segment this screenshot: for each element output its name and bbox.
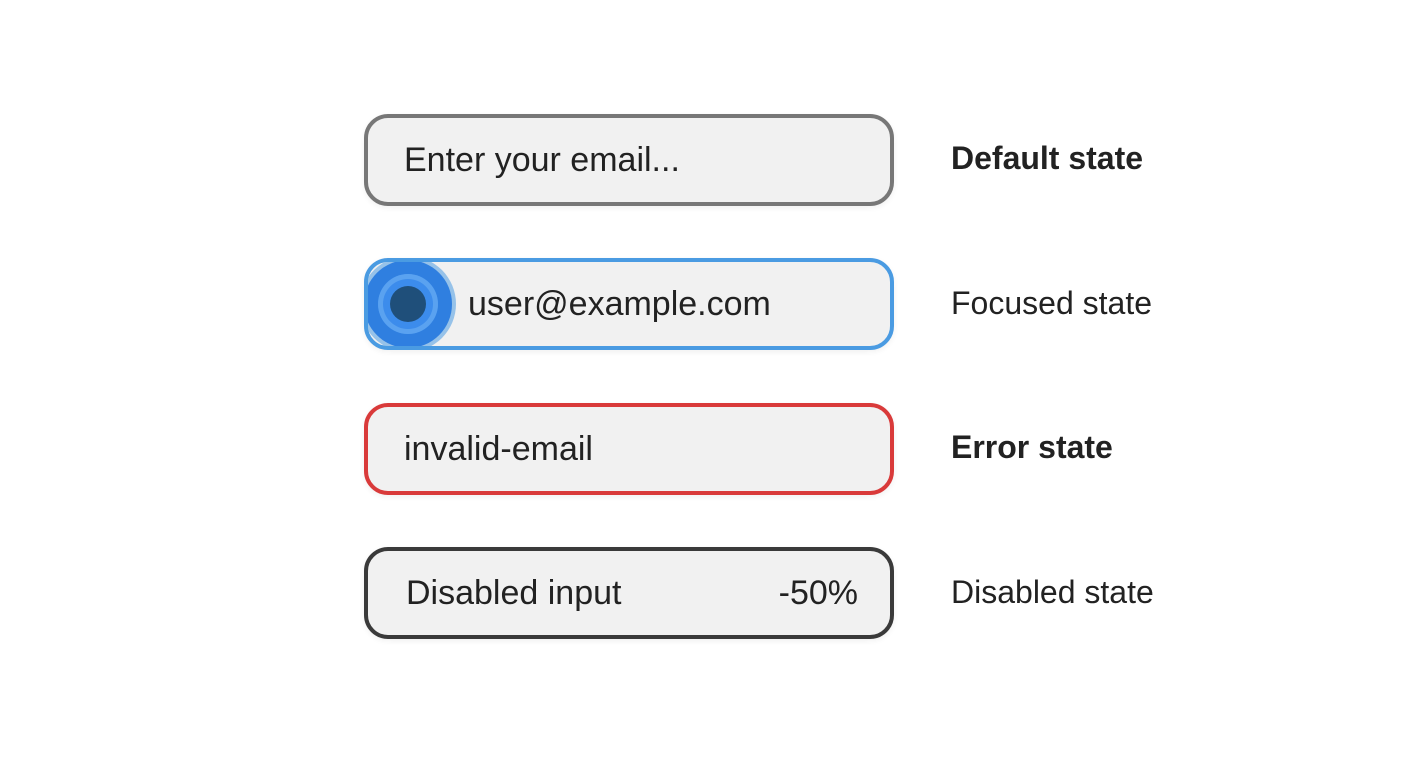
focus-ring-icon xyxy=(368,262,452,346)
email-input-placeholder: Enter your email... xyxy=(404,141,680,179)
focused-state-label: Focused state xyxy=(951,285,1152,321)
disabled-input-value: Disabled input xyxy=(406,574,622,612)
email-input-focused[interactable]: user@example.com xyxy=(364,258,894,350)
error-state-label: Error state xyxy=(951,429,1113,465)
default-state-label: Default state xyxy=(951,140,1144,176)
email-input-error-value: invalid-email xyxy=(404,430,593,468)
disabled-input: Disabled input -50% xyxy=(364,547,894,639)
disabled-opacity-badge: -50% xyxy=(778,574,858,612)
email-input-error[interactable]: invalid-email xyxy=(364,403,894,495)
email-input-value: user@example.com xyxy=(468,285,771,323)
focus-dot xyxy=(390,286,426,322)
email-input-default[interactable]: Enter your email... xyxy=(364,114,894,206)
disabled-state-label: Disabled state xyxy=(951,574,1154,610)
